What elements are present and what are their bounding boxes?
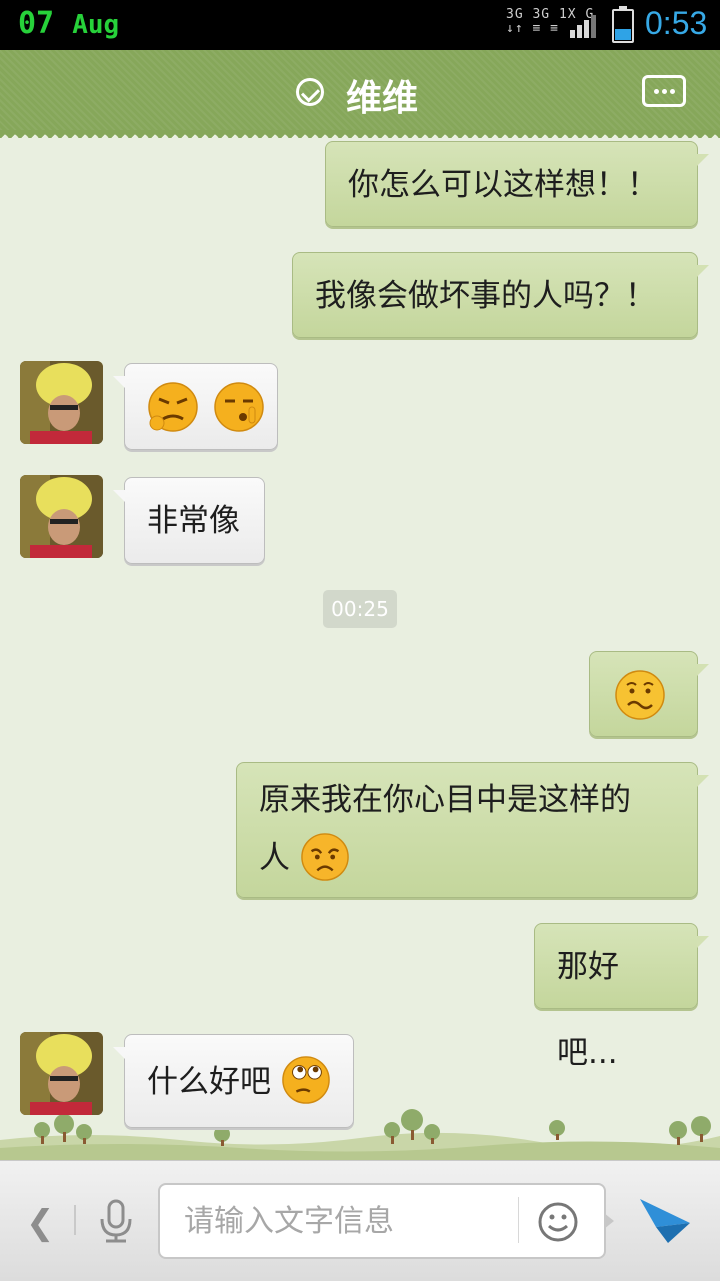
- send-arrow-icon[interactable]: [638, 1195, 692, 1245]
- shush-emoji: [214, 382, 264, 432]
- microphone-icon[interactable]: [96, 1199, 136, 1243]
- message-text: 人: [259, 840, 290, 876]
- status-bar: 07 Aug 3G 3G 1X G ↓↑ ≡ ≡ 0:53: [0, 0, 720, 50]
- message-bubble-sent[interactable]: 我像会做坏事的人吗？！: [292, 252, 709, 338]
- chevron-left-icon[interactable]: ❮: [26, 1203, 55, 1243]
- header-zigzag-edge: [0, 130, 720, 138]
- message-bubble-sent[interactable]: 你怎么可以这样想！！: [325, 141, 709, 227]
- dot-icon: [670, 89, 675, 94]
- message-text: 什么好吧: [147, 1064, 271, 1100]
- status-day: 07: [18, 6, 55, 41]
- chat-header: 维维: [0, 50, 720, 138]
- message-text-line-2: 人: [259, 829, 675, 887]
- chat-more-button[interactable]: [642, 75, 686, 107]
- message-text: 我像会做坏事的人吗？！: [315, 278, 656, 314]
- landscape-decoration: [0, 1109, 720, 1162]
- message-text: 你怎么可以这样想！！: [348, 167, 658, 203]
- sad-emoji: [301, 832, 349, 881]
- message-bubble-sent[interactable]: [589, 651, 709, 737]
- dot-icon: [662, 89, 667, 94]
- message-input-bar: ❮: [0, 1160, 720, 1281]
- message-text: 那好吧...: [557, 949, 619, 1071]
- smiley-icon[interactable]: [537, 1201, 579, 1243]
- message-timestamp: 00:25: [323, 590, 397, 628]
- battery-icon: [612, 6, 634, 43]
- status-date: 07 Aug: [18, 6, 119, 41]
- worried-emoji: [615, 670, 665, 720]
- divider: [74, 1205, 76, 1235]
- divider: [518, 1197, 519, 1243]
- check-circle-icon: [296, 78, 324, 106]
- message-bubble-received[interactable]: 什么好吧: [113, 1034, 354, 1128]
- contact-avatar[interactable]: [20, 1032, 103, 1115]
- grumpy-emoji: [148, 382, 198, 432]
- rolling-eyes-emoji: [282, 1055, 330, 1104]
- status-time: 0:53: [645, 5, 708, 41]
- message-bubble-received[interactable]: 非常像: [113, 477, 265, 564]
- input-pointer: [604, 1213, 614, 1229]
- signal-icon: [570, 15, 596, 38]
- contact-avatar[interactable]: [20, 475, 103, 558]
- message-bubble-received[interactable]: [113, 363, 278, 450]
- contact-name: 维维: [346, 78, 419, 119]
- message-bubble-sent[interactable]: 那好吧...: [534, 923, 709, 1071]
- message-text-line: 原来我在你心目中是这样的: [259, 782, 631, 818]
- message-text: 非常像: [147, 503, 240, 539]
- message-bubble-sent[interactable]: 原来我在你心目中是这样的 人: [236, 762, 709, 898]
- contact-avatar[interactable]: [20, 361, 103, 444]
- dot-icon: [654, 89, 659, 94]
- status-month: Aug: [72, 10, 120, 40]
